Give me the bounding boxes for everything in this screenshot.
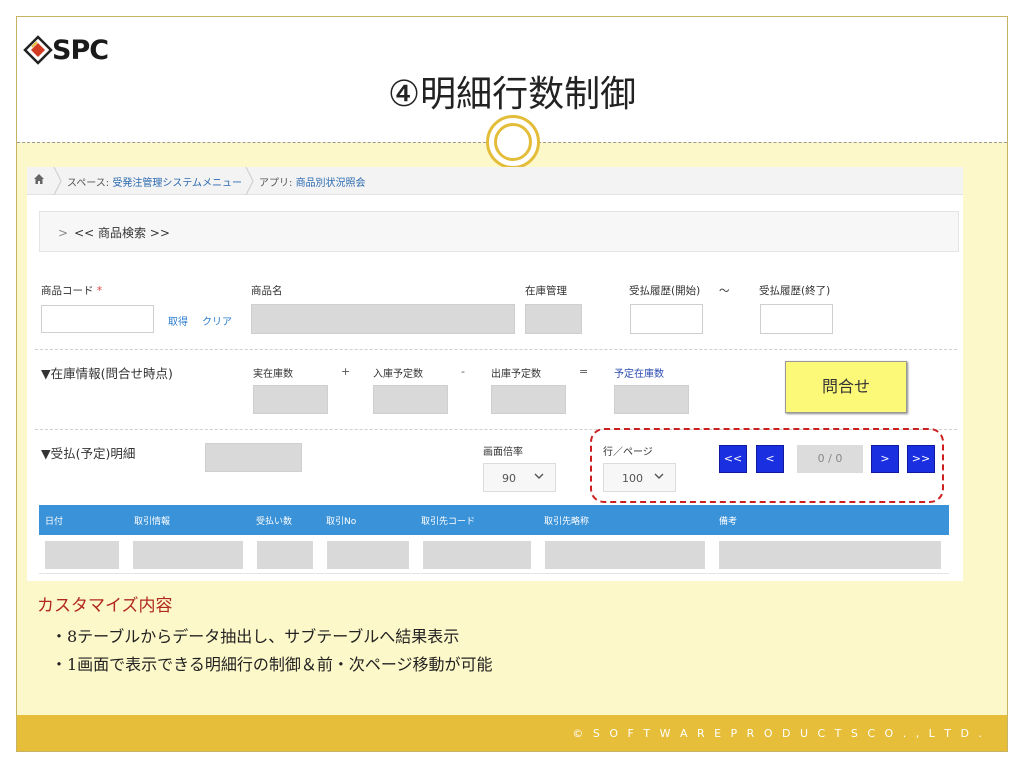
zoom-label: 画面倍率: [483, 447, 523, 458]
spc-logo: SPC: [21, 27, 131, 67]
product-search-panel[interactable]: > << 商品検索 >>: [39, 211, 959, 252]
breadcrumb-space[interactable]: スペース: 受発注管理システムメニュー: [67, 174, 242, 189]
table-row[interactable]: [39, 535, 949, 574]
spc-logo-icon: [23, 35, 53, 65]
query-button[interactable]: 問合せ: [785, 361, 907, 413]
history-start-input[interactable]: [630, 304, 703, 334]
chevron-right-icon: [53, 167, 62, 195]
ring-ornament: [486, 115, 540, 169]
incoming-label: 入庫予定数: [373, 369, 423, 380]
product-name-label: 商品名: [251, 285, 283, 297]
slide: SPC ④明細行数制御 スペース: 受発注管理システムメニュー アプリ: 商品別…: [0, 0, 1024, 768]
logo-text: SPC: [52, 35, 109, 66]
fetch-link[interactable]: 取得: [168, 313, 188, 328]
outgoing-field: [491, 385, 566, 414]
zoom-select[interactable]: 90: [483, 463, 556, 492]
clear-link[interactable]: クリア: [202, 313, 232, 328]
notes-title: カスタマイズ内容: [37, 596, 173, 616]
table-cell: [133, 541, 243, 569]
history-end-input[interactable]: [760, 304, 833, 334]
minus-sign: -: [461, 365, 465, 378]
incoming-field: [373, 385, 448, 414]
detail-table-header: 日付 取引情報 受払い数 取引No 取引先コード 取引先略称 備考: [39, 505, 949, 535]
footer-bar: © S O F T W A R E P R O D U C T S C O . …: [17, 715, 1007, 751]
planned-stock-field: [614, 385, 689, 414]
chevron-right-icon: [245, 167, 254, 195]
highlight-annotation: [590, 428, 944, 503]
detail-section-title: ▼受払(予定)明細: [41, 446, 136, 461]
column-header: 取引情報: [134, 517, 171, 527]
search-toggle[interactable]: > << 商品検索 >>: [58, 224, 170, 241]
product-code-label: 商品コード *: [41, 285, 103, 297]
tilde: ～: [719, 285, 730, 297]
table-cell: [327, 541, 409, 569]
actual-stock-field: [253, 385, 328, 414]
product-name-field: [251, 304, 515, 334]
table-cell: [719, 541, 941, 569]
column-header: 取引先略称: [544, 517, 590, 527]
column-header: 取引先コード: [421, 517, 476, 527]
note-item: ・1画面で表示できる明細行の制御＆前・次ページ移動が可能: [51, 655, 493, 674]
zoom-value: 90: [502, 472, 516, 485]
history-end-label: 受払履歴(終了): [759, 285, 831, 297]
detail-summary-field: [205, 443, 302, 472]
product-code-input[interactable]: [41, 305, 154, 333]
slide-title: ④明細行数制御: [387, 74, 637, 115]
column-header: 受払い数: [256, 517, 293, 527]
table-cell: [545, 541, 705, 569]
chevron-down-icon: [534, 473, 544, 479]
stock-section-title: ▼在庫情報(問合せ時点): [41, 366, 173, 381]
column-header: 取引No: [326, 517, 357, 527]
breadcrumb-app[interactable]: アプリ: 商品別状況照会: [259, 174, 366, 189]
column-header: 日付: [45, 517, 64, 527]
actual-stock-label: 実在庫数: [253, 369, 293, 380]
column-header: 備考: [719, 517, 738, 527]
equals-sign: =: [579, 365, 589, 378]
copyright: © S O F T W A R E P R O D U C T S C O . …: [572, 727, 985, 740]
slide-frame: SPC ④明細行数制御 スペース: 受発注管理システムメニュー アプリ: 商品別…: [16, 16, 1008, 752]
outgoing-label: 出庫予定数: [491, 369, 541, 380]
table-cell: [45, 541, 119, 569]
home-icon[interactable]: [32, 172, 46, 186]
history-start-label: 受払履歴(開始): [629, 285, 701, 297]
planned-stock-label: 予定在庫数: [614, 369, 664, 380]
search-toggle-label: << 商品検索 >>: [74, 226, 170, 240]
stock-mgmt-field: [525, 304, 582, 334]
app-screenshot: スペース: 受発注管理システムメニュー アプリ: 商品別状況照会 > << 商品検…: [27, 167, 963, 581]
breadcrumb: スペース: 受発注管理システムメニュー アプリ: 商品別状況照会: [27, 167, 963, 195]
stock-mgmt-label: 在庫管理: [525, 285, 567, 297]
note-item: ・8テーブルからデータ抽出し、サブテーブルへ結果表示: [51, 627, 460, 646]
required-mark: *: [96, 285, 103, 297]
chevron-right-icon: >: [58, 226, 69, 240]
table-cell: [423, 541, 531, 569]
section-divider: [35, 349, 957, 350]
plus-sign: +: [341, 365, 351, 378]
table-cell: [257, 541, 313, 569]
